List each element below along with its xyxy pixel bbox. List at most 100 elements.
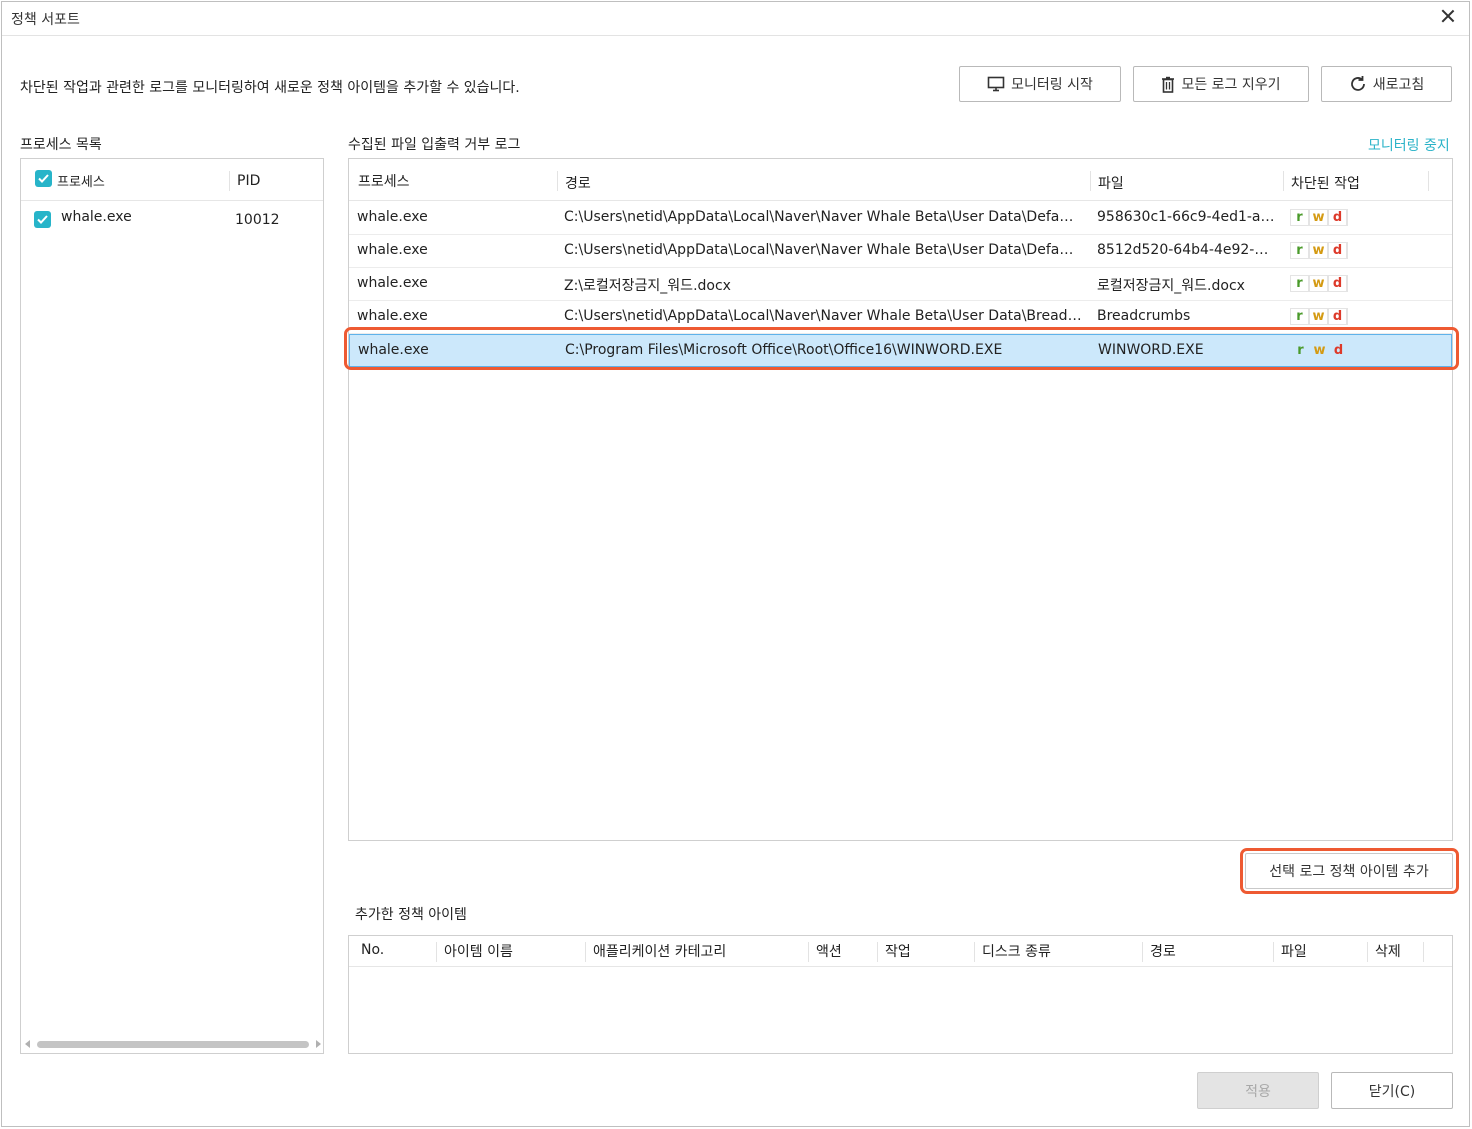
description-text: 차단된 작업과 관련한 로그를 모니터링하여 새로운 정책 아이템을 추가할 수… [20, 80, 520, 96]
monitor-start-button[interactable]: 모니터링 시작 [959, 66, 1121, 102]
row-process: whale.exe [357, 308, 428, 324]
monitor-icon [987, 76, 1005, 92]
op-divider [1347, 209, 1348, 226]
row-file: 958630c1-66c9-4ed1-a3... [1097, 209, 1277, 225]
category-column-header: 애플리케이션 카테고리 [593, 944, 727, 960]
log-label: 수집된 파일 입출력 거부 로그 [348, 137, 521, 153]
column-separator [808, 942, 809, 962]
check-icon [37, 215, 48, 224]
blocked-column-header: 차단된 작업 [1291, 176, 1360, 192]
row-file: 로컬저장금지_워드.docx [1097, 278, 1245, 294]
row-path: C:\Users\netid\AppData\Local\Naver\Naver… [564, 209, 1082, 225]
window-title: 정책 서포트 [11, 12, 80, 28]
write-op-badge: w [1309, 308, 1328, 325]
blocked-ops: r w d [1290, 242, 1348, 259]
column-separator [1367, 942, 1368, 962]
path-column-header: 경로 [565, 176, 591, 192]
row-path: Z:\로컬저장금지_워드.docx [564, 278, 731, 294]
log-table: 프로세스 경로 파일 차단된 작업 whale.exe C:\Users\net… [348, 158, 1453, 841]
process-pid: 10012 [235, 212, 280, 228]
policy-items-label: 추가한 정책 아이템 [355, 907, 467, 923]
name-column-header: 아이템 이름 [444, 944, 513, 960]
select-all-checkbox[interactable] [35, 170, 52, 187]
read-op-badge: r [1290, 242, 1309, 259]
column-separator [557, 171, 558, 191]
close-label: 닫기(C) [1368, 1083, 1416, 1100]
policy-support-window: 정책 서포트 차단된 작업과 관련한 로그를 모니터링하여 새로운 정책 아이템… [1, 1, 1470, 1127]
row-process: whale.exe [358, 342, 429, 358]
column-separator [974, 942, 975, 962]
file-column-header: 파일 [1281, 944, 1307, 960]
scrollbar-thumb[interactable] [37, 1041, 309, 1048]
add-selected-log-button[interactable]: 선택 로그 정책 아이템 추가 [1245, 853, 1453, 889]
table-row[interactable]: whale.exe C:\Users\netid\AppData\Local\N… [349, 235, 1452, 268]
apply-label: 적용 [1245, 1083, 1271, 1100]
delete-op-badge: d [1328, 275, 1347, 292]
process-list-label: 프로세스 목록 [20, 137, 102, 153]
pid-column-header: PID [237, 173, 261, 189]
horizontal-scrollbar[interactable] [25, 1039, 321, 1049]
process-name: whale.exe [61, 209, 132, 225]
task-column-header: 작업 [885, 944, 911, 960]
close-icon[interactable] [1437, 6, 1459, 28]
table-row[interactable]: whale.exe C:\Users\netid\AppData\Local\N… [349, 202, 1452, 235]
disk-column-header: 디스크 종류 [982, 944, 1051, 960]
refresh-button[interactable]: 새로고침 [1321, 66, 1452, 102]
column-separator [436, 942, 437, 962]
clear-logs-button[interactable]: 모든 로그 지우기 [1133, 66, 1309, 102]
column-separator [229, 171, 230, 191]
table-row-selected[interactable]: whale.exe C:\Program Files\Microsoft Off… [349, 334, 1452, 367]
table-row[interactable]: whale.exe Z:\로컬저장금지_워드.docx 로컬저장금지_워드.do… [349, 268, 1452, 301]
blocked-ops: r w d [1290, 275, 1348, 292]
scroll-left-icon[interactable] [25, 1040, 30, 1048]
column-separator [1273, 942, 1274, 962]
row-process: whale.exe [357, 242, 428, 258]
row-file: Breadcrumbs [1097, 308, 1191, 324]
stop-monitoring-link[interactable]: 모니터링 중지 [1368, 135, 1450, 155]
no-column-header: No. [361, 942, 385, 958]
delete-op-badge: d [1333, 343, 1344, 358]
row-path: C:\Users\netid\AppData\Local\Naver\Naver… [564, 308, 1082, 324]
title-bar: 정책 서포트 [2, 2, 1469, 36]
refresh-icon [1350, 76, 1365, 91]
process-checkbox[interactable] [34, 211, 51, 228]
blocked-ops: r w d [1290, 209, 1348, 226]
column-separator [1428, 171, 1429, 191]
write-op-badge: w [1309, 242, 1328, 259]
delete-op-badge: d [1328, 209, 1347, 226]
delete-op-badge: d [1328, 308, 1347, 325]
log-table-header: 프로세스 경로 파일 차단된 작업 [349, 159, 1452, 201]
monitor-start-label: 모니터링 시작 [1011, 77, 1093, 93]
process-list-header: 프로세스 PID [21, 159, 323, 201]
column-separator [1142, 942, 1143, 962]
row-file: WINWORD.EXE [1098, 342, 1204, 358]
action-column-header: 액션 [816, 944, 842, 960]
scroll-right-icon[interactable] [316, 1040, 321, 1048]
check-icon [38, 174, 49, 183]
column-separator [877, 942, 878, 962]
process-column-header: 프로세스 [57, 175, 105, 190]
policy-items-header: No. 아이템 이름 애플리케이션 카테고리 액션 작업 디스크 종류 경로 파… [349, 936, 1452, 967]
blocked-ops: r w d [1290, 308, 1348, 325]
table-row[interactable]: whale.exe C:\Users\netid\AppData\Local\N… [349, 301, 1452, 334]
read-op-badge: r [1290, 275, 1309, 292]
process-column-header: 프로세스 [358, 174, 410, 190]
column-separator [1090, 171, 1091, 191]
write-op-badge: w [1313, 343, 1326, 358]
column-separator [585, 942, 586, 962]
row-process: whale.exe [357, 275, 428, 291]
list-item[interactable]: whale.exe 10012 [21, 202, 323, 238]
apply-button[interactable]: 적용 [1197, 1072, 1319, 1109]
row-path: C:\Program Files\Microsoft Office\Root\O… [565, 342, 1003, 358]
delete-column-header: 삭제 [1375, 944, 1401, 960]
close-button[interactable]: 닫기(C) [1331, 1072, 1453, 1109]
row-file: 8512d520-64b4-4e92-97... [1097, 242, 1277, 258]
row-path: C:\Users\netid\AppData\Local\Naver\Naver… [564, 242, 1082, 258]
trash-icon [1162, 76, 1175, 93]
write-op-badge: w [1309, 209, 1328, 226]
blocked-ops: r w d [1291, 342, 1348, 359]
clear-logs-label: 모든 로그 지우기 [1181, 77, 1281, 93]
read-op-badge: r [1290, 308, 1309, 325]
column-separator [1423, 942, 1424, 962]
delete-op-badge: d [1328, 242, 1347, 259]
